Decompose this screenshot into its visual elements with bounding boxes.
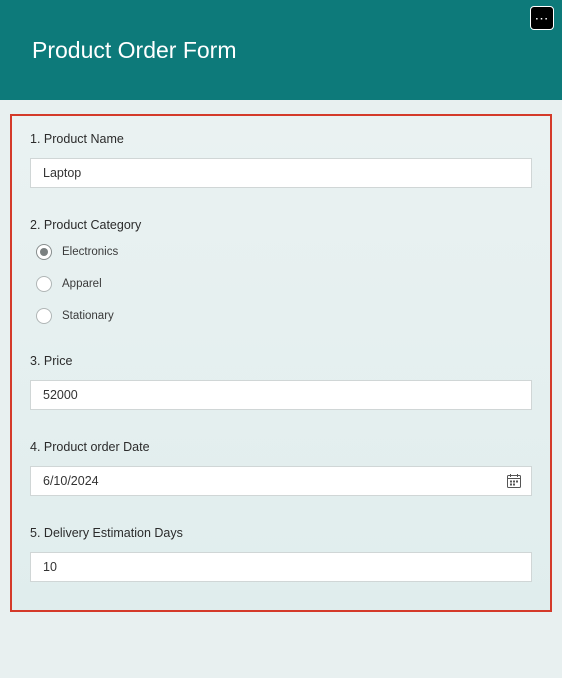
- category-radio-group: Electronics Apparel Stationary: [30, 244, 532, 324]
- product-name-input[interactable]: [30, 158, 532, 188]
- question-label: 2. Product Category: [30, 218, 532, 232]
- more-options-button[interactable]: ⋯: [530, 6, 554, 30]
- question-order-date: 4. Product order Date: [30, 440, 532, 496]
- radio-option-stationary[interactable]: Stationary: [36, 308, 532, 324]
- radio-label: Apparel: [62, 278, 102, 290]
- radio-icon: [36, 276, 52, 292]
- delivery-days-input[interactable]: [30, 552, 532, 582]
- question-label: 5. Delivery Estimation Days: [30, 526, 532, 540]
- radio-label: Stationary: [62, 310, 114, 322]
- question-product-category: 2. Product Category Electronics Apparel …: [30, 218, 532, 324]
- question-price: 3. Price: [30, 354, 532, 410]
- question-label: 1. Product Name: [30, 132, 532, 146]
- radio-label: Electronics: [62, 246, 118, 258]
- price-input[interactable]: [30, 380, 532, 410]
- form-body: 1. Product Name 2. Product Category Elec…: [10, 114, 552, 612]
- more-icon: ⋯: [535, 11, 550, 25]
- form-title: Product Order Form: [32, 37, 237, 64]
- question-product-name: 1. Product Name: [30, 132, 532, 188]
- radio-icon: [36, 308, 52, 324]
- question-label: 4. Product order Date: [30, 440, 532, 454]
- order-date-input[interactable]: [30, 466, 532, 496]
- question-delivery-days: 5. Delivery Estimation Days: [30, 526, 532, 582]
- form-area: 1. Product Name 2. Product Category Elec…: [0, 100, 562, 622]
- radio-icon: [36, 244, 52, 260]
- form-header: Product Order Form ⋯: [0, 0, 562, 100]
- radio-option-apparel[interactable]: Apparel: [36, 276, 532, 292]
- radio-option-electronics[interactable]: Electronics: [36, 244, 532, 260]
- question-label: 3. Price: [30, 354, 532, 368]
